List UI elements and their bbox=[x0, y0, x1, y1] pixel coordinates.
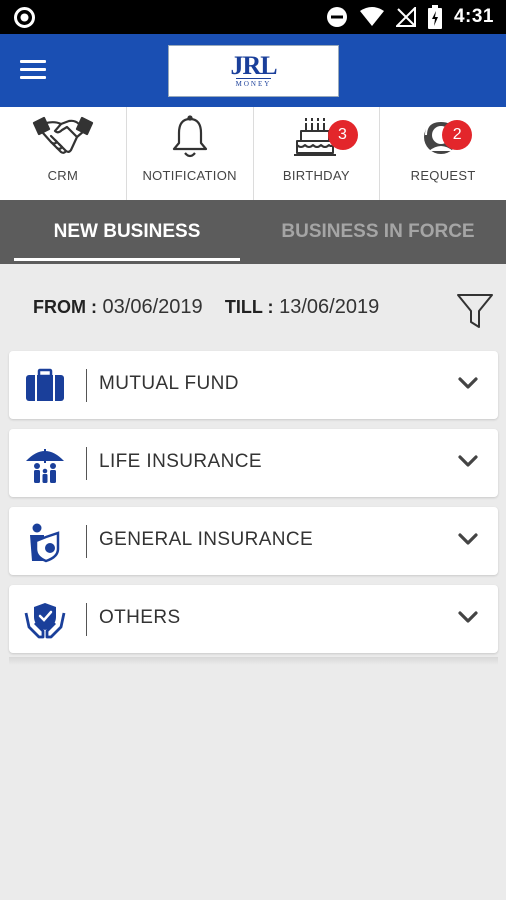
status-bar: 4:31 bbox=[0, 0, 506, 34]
briefcase-icon bbox=[26, 368, 64, 401]
tab-new-business[interactable]: NEW BUSINESS bbox=[14, 200, 240, 264]
notification-button[interactable]: NOTIFICATION bbox=[127, 107, 254, 200]
category-card-general-insurance[interactable]: GENERAL INSURANCE bbox=[9, 507, 498, 575]
menu-icon-line bbox=[20, 76, 46, 79]
battery-icon bbox=[427, 5, 442, 29]
app-bar: JRL MONEY bbox=[0, 34, 506, 107]
from-label: FROM : bbox=[33, 297, 97, 317]
category-card-life-insurance[interactable]: LIFE INSURANCE bbox=[9, 429, 498, 497]
chevron-down-icon[interactable] bbox=[458, 532, 478, 546]
business-tabs: NEW BUSINESS BUSINESS IN FORCE bbox=[0, 200, 506, 264]
birthday-button[interactable]: 3 BIRTHDAY bbox=[254, 107, 381, 200]
birthday-badge: 3 bbox=[327, 120, 358, 150]
card-divider bbox=[86, 603, 87, 636]
crm-button[interactable]: CRM bbox=[0, 107, 127, 200]
person-shield-icon bbox=[30, 523, 60, 563]
card-divider bbox=[86, 525, 87, 558]
date-filter-row: FROM : 03/06/2019 TILL : 13/06/2019 bbox=[0, 264, 506, 350]
card-divider bbox=[86, 447, 87, 480]
request-button[interactable]: 2 REQUEST bbox=[380, 107, 506, 200]
tab-new-business-label: NEW BUSINESS bbox=[53, 221, 201, 242]
chevron-down-icon[interactable] bbox=[458, 610, 478, 624]
logo-sub-text: MONEY bbox=[235, 78, 272, 88]
request-label: REQUEST bbox=[410, 168, 476, 183]
tab-business-in-force-label: BUSINESS IN FORCE bbox=[281, 221, 475, 242]
status-time: 4:31 bbox=[453, 6, 494, 27]
handshake-icon bbox=[32, 116, 93, 154]
chevron-down-icon[interactable] bbox=[458, 454, 478, 468]
chevron-down-icon[interactable] bbox=[458, 376, 478, 390]
menu-icon-line bbox=[20, 60, 46, 63]
category-label: GENERAL INSURANCE bbox=[99, 529, 314, 550]
category-label: OTHERS bbox=[99, 607, 181, 628]
till-date[interactable]: 13/06/2019 bbox=[279, 296, 379, 318]
wifi-icon bbox=[359, 7, 384, 26]
category-card-others[interactable]: OTHERS bbox=[9, 585, 498, 653]
list-bottom-shadow bbox=[9, 657, 498, 665]
crm-label: CRM bbox=[47, 168, 79, 183]
category-label: MUTUAL FUND bbox=[99, 373, 239, 394]
filter-icon[interactable] bbox=[456, 292, 494, 330]
from-date[interactable]: 03/06/2019 bbox=[103, 296, 203, 318]
hands-shield-icon bbox=[24, 603, 66, 639]
jrl-money-logo: JRL MONEY bbox=[168, 45, 339, 97]
do-not-disturb-icon bbox=[326, 7, 347, 27]
no-signal-icon bbox=[395, 7, 416, 27]
category-label: LIFE INSURANCE bbox=[99, 451, 262, 472]
active-tab-indicator bbox=[14, 258, 240, 261]
card-divider bbox=[86, 369, 87, 402]
category-card-mutual-fund[interactable]: MUTUAL FUND bbox=[9, 351, 498, 419]
till-label: TILL : bbox=[224, 297, 274, 317]
quick-actions-bar: CRM NOTIFICATION 3 BIRTHDAY 2 REQUEST bbox=[0, 107, 506, 200]
logo-main-text: JRL bbox=[230, 51, 277, 80]
menu-icon-line bbox=[20, 68, 46, 71]
menu-button[interactable] bbox=[20, 60, 46, 82]
family-umbrella-icon bbox=[26, 449, 64, 483]
bell-icon bbox=[172, 115, 207, 158]
notification-label: NOTIFICATION bbox=[142, 168, 237, 183]
birthday-label: BIRTHDAY bbox=[282, 168, 350, 183]
date-range: FROM : 03/06/2019 TILL : 13/06/2019 bbox=[33, 296, 379, 319]
app-status-icon bbox=[14, 7, 35, 28]
tab-business-in-force[interactable]: BUSINESS IN FORCE bbox=[262, 200, 494, 264]
